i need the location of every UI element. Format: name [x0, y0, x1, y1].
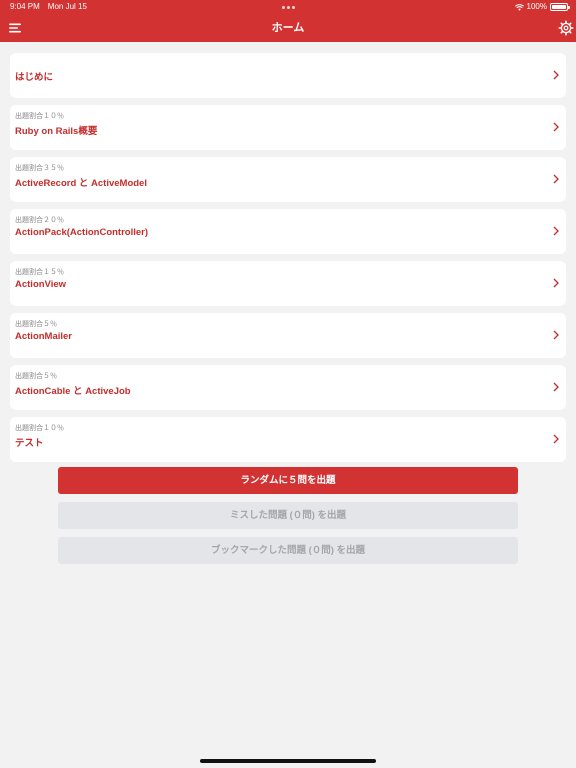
battery-icon: [550, 3, 570, 11]
status-time: 9:04 PM: [10, 2, 40, 11]
section-label: ActionView: [15, 279, 67, 290]
home-indicator[interactable]: [200, 759, 376, 763]
multitasking-dots-icon[interactable]: [280, 0, 296, 14]
section-item-actionpack[interactable]: 出題割合２０％ ActionPack(ActionController): [10, 209, 566, 254]
section-label: テスト: [15, 438, 44, 449]
wifi-icon: [514, 3, 524, 11]
section-item-actionview[interactable]: 出題割合１５％ ActionView: [10, 261, 566, 306]
section-item-activerecord[interactable]: 出題割合３５％ ActiveRecord と ActiveModel: [10, 157, 566, 202]
section-label: ActionCable と ActiveJob: [15, 386, 131, 397]
section-item-actionmailer[interactable]: 出題割合５％ ActionMailer: [10, 313, 566, 358]
chevron-right-icon: [553, 434, 559, 444]
status-right: 100%: [514, 0, 570, 14]
section-ratio: 出題割合２０％: [15, 217, 64, 224]
missed-questions-button[interactable]: ミスした問題 (０問) を出題: [58, 502, 518, 529]
chevron-right-icon: [553, 174, 559, 184]
chevron-right-icon: [553, 382, 559, 392]
status-date: Mon Jul 15: [47, 2, 87, 11]
chevron-right-icon: [553, 330, 559, 340]
page-title: ホーム: [271, 22, 305, 34]
section-item-test[interactable]: 出題割合１０％ テスト: [10, 417, 566, 462]
section-label: はじめに: [15, 72, 54, 83]
bookmarked-questions-button[interactable]: ブックマークした問題 (０問) を出題: [58, 537, 518, 564]
section-ratio: 出題割合３５％: [15, 165, 64, 172]
top-bar: 9:04 PM Mon Jul 15 100% ホーム: [0, 0, 576, 42]
section-ratio: 出題割合１５％: [15, 269, 64, 276]
section-item-rails-overview[interactable]: 出題割合１０％ Ruby on Rails概要: [10, 105, 566, 150]
section-label: ActionMailer: [15, 331, 73, 342]
status-bar: 9:04 PM Mon Jul 15 100%: [0, 0, 576, 14]
chevron-right-icon: [553, 278, 559, 288]
section-item-actioncable[interactable]: 出題割合５％ ActionCable と ActiveJob: [10, 365, 566, 410]
status-left: 9:04 PM Mon Jul 15: [10, 0, 87, 14]
section-label: ActiveRecord と ActiveModel: [15, 178, 147, 189]
section-label: ActionPack(ActionController): [15, 227, 149, 238]
section-list: はじめに 出題割合１０％ Ruby on Rails概要 出題割合３５％ Act…: [10, 53, 566, 469]
chevron-right-icon: [553, 122, 559, 132]
gear-icon[interactable]: [558, 20, 574, 36]
navigation-bar: ホーム: [0, 14, 576, 42]
section-item-introduction[interactable]: はじめに: [10, 53, 566, 98]
section-ratio: 出題割合１０％: [15, 425, 64, 432]
chevron-right-icon: [553, 70, 559, 80]
section-ratio: 出題割合５％: [15, 373, 57, 380]
section-ratio: 出題割合１０％: [15, 113, 64, 120]
section-label: Ruby on Rails概要: [15, 126, 98, 137]
section-ratio: 出題割合５％: [15, 321, 57, 328]
battery-percent: 100%: [526, 2, 547, 11]
chevron-right-icon: [553, 226, 559, 236]
random-quiz-button[interactable]: ランダムに５問を出題: [58, 467, 518, 494]
